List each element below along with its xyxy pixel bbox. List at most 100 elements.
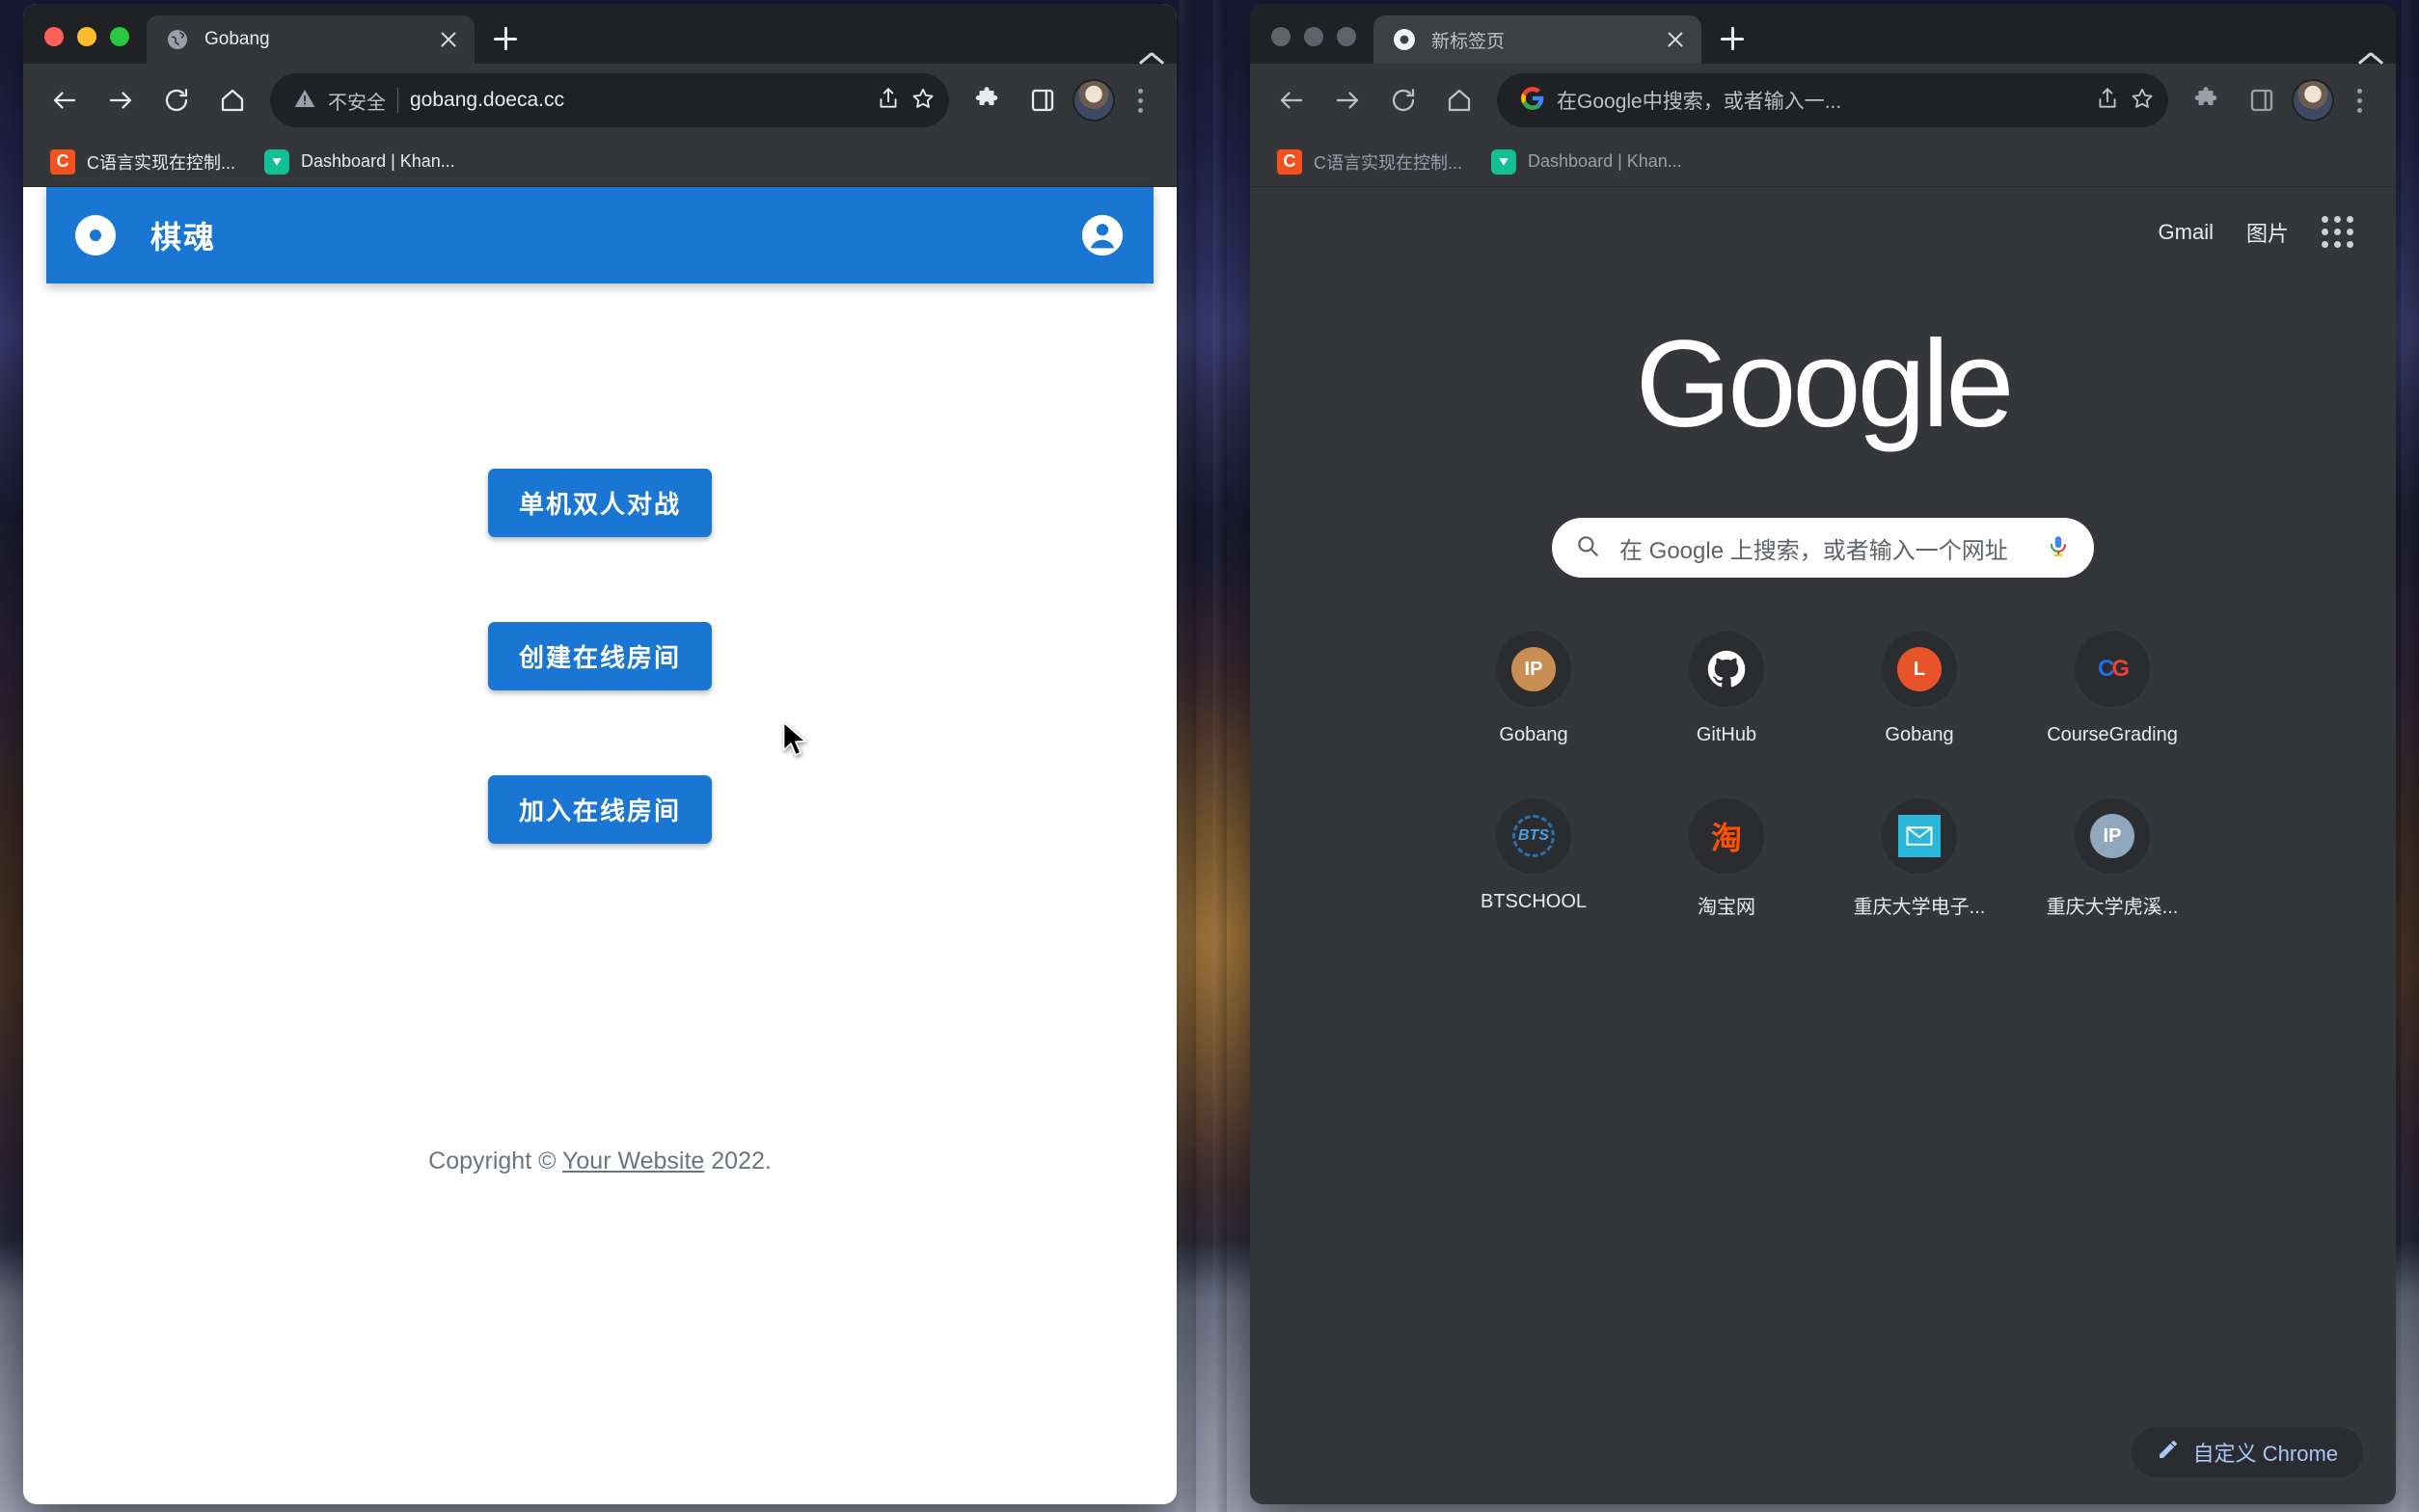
back-button[interactable] (1265, 74, 1318, 126)
shortcut-tile[interactable]: 重庆大学电子... (1823, 787, 2016, 931)
shortcut-icon: CG (2075, 632, 2150, 707)
tab-new-tab[interactable]: 新标签页 (1373, 15, 1701, 64)
browser-menu-kebab-icon[interactable] (2338, 79, 2380, 122)
website-link[interactable]: Your Website (562, 1148, 704, 1174)
shortcut-tile[interactable]: IP 重庆大学虎溪... (2016, 787, 2209, 931)
maximize-window-button[interactable] (110, 27, 129, 46)
browser-window-gobang[interactable]: Gobang 不安全 gobang.doeca.cc C C语言实现在控制...… (23, 4, 1177, 1504)
images-link[interactable]: 图片 (2246, 217, 2289, 248)
forward-button[interactable] (1321, 74, 1373, 126)
new-tab-page: Gmail 图片 Google 在 Google 上搜索，或者输入一个网址 IP… (1250, 187, 2396, 1504)
mouse-cursor (782, 721, 806, 756)
tab-search-area[interactable] (1152, 50, 1177, 64)
close-window-button[interactable] (1271, 27, 1291, 46)
window-controls[interactable] (23, 27, 147, 64)
close-tab-button[interactable] (436, 27, 461, 52)
maximize-window-button[interactable] (1337, 27, 1356, 46)
join-online-room-button[interactable]: 加入在线房间 (488, 775, 712, 844)
bookmark-label: Dashboard | Khan... (1528, 151, 1682, 171)
security-status-text: 不安全 (328, 92, 386, 114)
pencil-icon (2157, 1438, 2180, 1467)
tab-gobang[interactable]: Gobang (147, 15, 475, 64)
globe-icon (166, 28, 189, 51)
ip-badge-icon: IP (2090, 814, 2134, 858)
shortcut-tile[interactable]: L Gobang (1823, 620, 2016, 758)
microphone-icon[interactable] (2046, 533, 2071, 563)
ntp-search-placeholder: 在 Google 上搜索，或者输入一个网址 (1619, 537, 2008, 564)
shortcut-tile[interactable]: GitHub (1630, 620, 1823, 758)
ntp-search-box[interactable]: 在 Google 上搜索，或者输入一个网址 (1552, 518, 2094, 578)
bookmarks-bar: C C语言实现在控制... Dashboard | Khan... (1250, 137, 2396, 187)
url-text: gobang.doeca.cc (410, 89, 564, 111)
shortcut-label: GitHub (1696, 724, 1757, 745)
gmail-link[interactable]: Gmail (2159, 220, 2214, 245)
shortcut-tile[interactable]: CG CourseGrading (2016, 620, 2209, 758)
extensions-puzzle-icon[interactable] (961, 74, 1013, 126)
extensions-puzzle-icon[interactable] (2180, 74, 2232, 126)
tab-strip: Gobang (23, 4, 1177, 64)
new-tab-button[interactable] (484, 17, 527, 60)
home-button[interactable] (206, 74, 258, 126)
customize-chrome-button[interactable]: 自定义 Chrome (2131, 1427, 2363, 1477)
minimize-window-button[interactable] (1304, 27, 1323, 46)
share-icon[interactable] (876, 86, 901, 116)
reload-button[interactable] (150, 74, 203, 126)
tab-title: 新标签页 (1431, 31, 1506, 52)
github-icon (1707, 650, 1746, 688)
c-language-icon: C (50, 148, 75, 175)
back-button[interactable] (39, 74, 91, 126)
shortcut-label: 重庆大学电子... (1853, 897, 1986, 918)
app-header: 棋魂 (46, 187, 1154, 284)
shortcut-label: CourseGrading (2047, 724, 2178, 745)
google-apps-icon[interactable] (2322, 216, 2353, 248)
profile-avatar[interactable] (2292, 79, 2334, 122)
browser-toolbar: 在Google中搜索，或者输入一... (1250, 64, 2396, 137)
reload-button[interactable] (1377, 74, 1429, 126)
address-bar[interactable]: 在Google中搜索，或者输入一... (1497, 73, 2168, 127)
chrome-icon (1393, 28, 1416, 51)
omnibox-divider (397, 88, 398, 113)
close-window-button[interactable] (44, 27, 64, 46)
forward-button[interactable] (95, 74, 147, 126)
mail-icon (1898, 815, 1941, 857)
shortcut-tile[interactable]: 淘 淘宝网 (1630, 787, 1823, 931)
shortcut-tile[interactable]: BTS BTSCHOOL (1437, 787, 1630, 931)
minimize-window-button[interactable] (77, 27, 96, 46)
close-tab-button[interactable] (1663, 27, 1688, 52)
shortcut-label: Gobang (1885, 724, 1954, 745)
shortcut-icon: IP (2075, 798, 2150, 874)
bookmark-star-icon[interactable] (911, 86, 936, 116)
local-two-player-button[interactable]: 单机双人对战 (488, 469, 712, 537)
omnibox-placeholder-text: 在Google中搜索，或者输入一... (1557, 91, 1842, 113)
home-button[interactable] (1433, 74, 1485, 126)
side-panel-icon[interactable] (1017, 74, 1069, 126)
ntp-top-links: Gmail 图片 (1250, 187, 2396, 248)
bookmark-item[interactable]: C C语言实现在控制... (1267, 145, 1472, 179)
browser-menu-kebab-icon[interactable] (1119, 79, 1161, 122)
l-badge-icon: L (1897, 647, 1942, 691)
address-bar[interactable]: 不安全 gobang.doeca.cc (270, 73, 949, 127)
window-controls[interactable] (1250, 27, 1373, 64)
khan-academy-icon (1491, 148, 1517, 175)
bookmark-item[interactable]: Dashboard | Khan... (1481, 145, 1692, 179)
google-logo: Google (1250, 323, 2396, 446)
gobang-page: 棋魂 单机双人对战 创建在线房间 加入在线房间 Copyright © Your… (23, 187, 1177, 1504)
create-online-room-button[interactable]: 创建在线房间 (488, 622, 712, 690)
tab-search-area[interactable] (2371, 50, 2396, 64)
profile-avatar[interactable] (1073, 79, 1115, 122)
share-icon[interactable] (2095, 86, 2120, 116)
google-logo-text: Google (1635, 315, 2015, 453)
bookmark-star-icon[interactable] (2130, 86, 2155, 116)
new-tab-button[interactable] (1711, 17, 1753, 60)
bookmark-item[interactable]: C C语言实现在控制... (41, 145, 245, 179)
browser-window-newtab[interactable]: 新标签页 在Google中搜索，或者输入一... C C语言实现在控制... D… (1250, 4, 2396, 1504)
warning-triangle-icon (293, 87, 316, 115)
copyright-prefix: Copyright © (428, 1148, 562, 1174)
disc-logo-icon (75, 215, 116, 256)
shortcut-tile[interactable]: IP Gobang (1437, 620, 1630, 758)
bookmark-item[interactable]: Dashboard | Khan... (255, 145, 465, 179)
side-panel-icon[interactable] (2236, 74, 2288, 126)
shortcut-icon: L (1882, 632, 1957, 707)
account-circle-icon[interactable] (1080, 213, 1125, 257)
copyright-suffix: 2022. (704, 1148, 772, 1174)
